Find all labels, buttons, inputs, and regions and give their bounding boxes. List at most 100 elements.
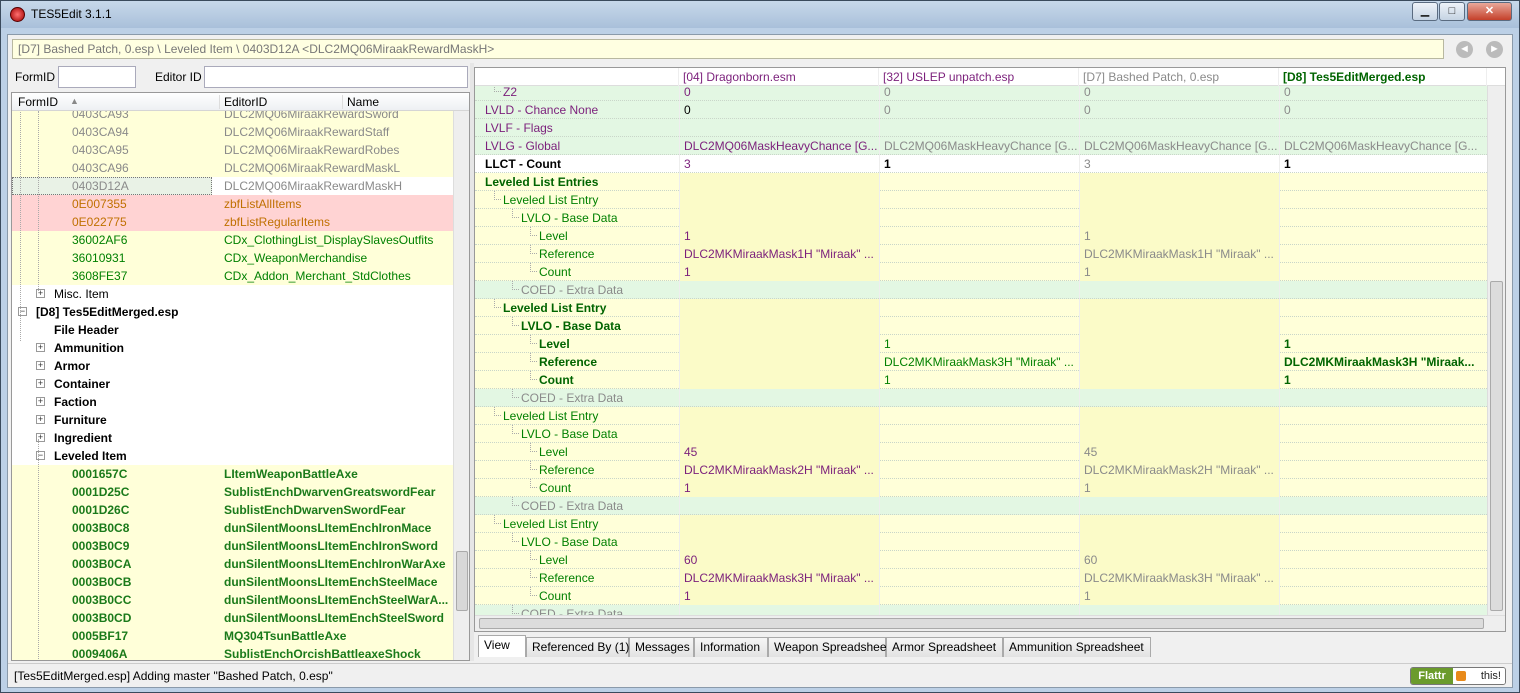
grid-cell[interactable] [879, 245, 1079, 263]
grid-cell[interactable] [679, 425, 879, 443]
tree-row[interactable]: 0403CA94 DLC2MQ06MiraakRewardStaff [12, 123, 453, 141]
grid-row[interactable]: Leveled List Entry [475, 299, 1487, 317]
grid-row[interactable]: Reference DLC2MKMiraakMask3H "Miraak" ...… [475, 353, 1487, 371]
grid-cell[interactable] [1279, 245, 1487, 263]
tree-row[interactable]: 0009406A SublistEnchOrcishBattleaxeShock [12, 645, 453, 660]
tab-weapon-spreadsheet[interactable]: Weapon Spreadsheet [768, 637, 890, 657]
grid-row[interactable]: Count 1 1 [475, 263, 1487, 281]
grid-cell[interactable] [879, 227, 1079, 245]
grid-cell[interactable] [879, 299, 1079, 317]
tab-ammunition-spreadsheet[interactable]: Ammunition Spreadsheet [1003, 637, 1151, 657]
grid-cell[interactable]: 1 [679, 263, 879, 281]
grid-cell[interactable]: 1 [679, 587, 879, 605]
grid-cell[interactable] [1279, 209, 1487, 227]
tree-row[interactable]: Leveled Item − [12, 447, 453, 465]
tree-scroll-thumb[interactable] [456, 551, 468, 611]
grid-cell[interactable] [879, 191, 1079, 209]
grid-cell[interactable] [1279, 569, 1487, 587]
grid-column-header[interactable]: [D7] Bashed Patch, 0.esp [1079, 68, 1279, 86]
grid-cell[interactable]: 0 [879, 101, 1079, 119]
grid-cell[interactable] [1279, 317, 1487, 335]
grid-cell[interactable] [1079, 497, 1279, 515]
grid-cell[interactable] [679, 299, 879, 317]
tree-row[interactable]: 0003B0CB dunSilentMoonsLItemEnchSteelMace [12, 573, 453, 591]
tree-row[interactable]: Faction + [12, 393, 453, 411]
grid-cell[interactable]: DLC2MKMiraakMask2H "Miraak" ... [679, 461, 879, 479]
grid-cell[interactable]: 1 [879, 155, 1079, 173]
grid-row[interactable]: Reference DLC2MKMiraakMask3H "Miraak" ...… [475, 569, 1487, 587]
tree-row[interactable]: [D8] Tes5EditMerged.esp − [12, 303, 453, 321]
grid-cell[interactable]: DLC2MQ06MaskHeavyChance [G... [1279, 137, 1487, 155]
grid-cell[interactable] [1079, 425, 1279, 443]
formid-filter-input[interactable] [58, 66, 136, 88]
tree-row[interactable]: 36002AF6 CDx_ClothingList_DisplaySlavesOu… [12, 231, 453, 249]
grid-cell[interactable] [679, 407, 879, 425]
grid-row[interactable]: LVLO - Base Data [475, 533, 1487, 551]
grid-row[interactable]: Reference DLC2MKMiraakMask1H "Miraak" ...… [475, 245, 1487, 263]
grid-row[interactable]: Leveled List Entry [475, 191, 1487, 209]
tree-row[interactable]: 0003B0CD dunSilentMoonsLItemEnchSteelSwor… [12, 609, 453, 627]
grid-row[interactable]: Leveled List Entry [475, 407, 1487, 425]
grid-row[interactable]: COED - Extra Data [475, 497, 1487, 515]
grid-cell[interactable] [1279, 281, 1487, 299]
tree-column-editorid[interactable]: EditorID [219, 95, 267, 109]
grid-cell[interactable]: DLC2MKMiraakMask1H "Miraak" ... [679, 245, 879, 263]
tree-row[interactable]: 0403CA95 DLC2MQ06MiraakRewardRobes [12, 141, 453, 159]
tree-row[interactable]: File Header [12, 321, 453, 339]
grid-cell[interactable]: 1 [1279, 155, 1487, 173]
grid-row[interactable]: Count 1 1 [475, 479, 1487, 497]
grid-cell[interactable] [1079, 209, 1279, 227]
grid-cell[interactable] [879, 479, 1079, 497]
grid-cell[interactable]: 1 [879, 335, 1079, 353]
grid-cell[interactable] [879, 389, 1079, 407]
grid-cell[interactable] [679, 353, 879, 371]
expand-icon[interactable]: + [36, 397, 45, 406]
grid-cell[interactable]: 3 [1079, 155, 1279, 173]
tree-row[interactable]: 36010931 CDx_WeaponMerchandise [12, 249, 453, 267]
grid-cell[interactable]: 45 [1079, 443, 1279, 461]
grid-cell[interactable]: 0 [1279, 86, 1487, 101]
tree-row[interactable]: Armor + [12, 357, 453, 375]
grid-column-header[interactable]: [04] Dragonborn.esm [679, 68, 879, 86]
grid-cell[interactable] [1079, 389, 1279, 407]
tab-armor-spreadsheet[interactable]: Armor Spreadsheet [886, 637, 1003, 657]
tree-row[interactable]: 0003B0C8 dunSilentMoonsLItemEnchIronMace [12, 519, 453, 537]
grid-cell[interactable] [1279, 173, 1487, 191]
grid-cell[interactable] [1279, 497, 1487, 515]
tab-information[interactable]: Information [694, 637, 768, 657]
grid-row[interactable]: LVLF - Flags [475, 119, 1487, 137]
grid-row[interactable]: LVLO - Base Data [475, 209, 1487, 227]
grid-cell[interactable] [679, 119, 879, 137]
grid-cell[interactable] [879, 443, 1079, 461]
grid-cell[interactable] [1279, 425, 1487, 443]
grid-cell[interactable]: 0 [679, 101, 879, 119]
tree-row[interactable]: 0403D12A DLC2MQ06MiraakRewardMaskH [12, 177, 402, 195]
editorid-filter-input[interactable] [204, 66, 468, 88]
grid-cell[interactable]: 1 [1079, 587, 1279, 605]
grid-cell[interactable] [679, 497, 879, 515]
grid-cell[interactable]: 1 [1279, 371, 1487, 389]
grid-row[interactable]: Level 1 1 [475, 335, 1487, 353]
tree-row[interactable]: 0403CA93 DLC2MQ06MiraakRewardSword [12, 111, 453, 123]
grid-cell[interactable] [1079, 119, 1279, 137]
record-path-field[interactable]: [D7] Bashed Patch, 0.esp \ Leveled Item … [12, 39, 1444, 59]
grid-row[interactable]: Count 1 1 [475, 371, 1487, 389]
grid-cell[interactable] [1079, 533, 1279, 551]
grid-cell[interactable] [1079, 281, 1279, 299]
grid-cell[interactable] [679, 515, 879, 533]
grid-cell[interactable]: DLC2MQ06MaskHeavyChance [G... [1079, 137, 1279, 155]
grid-column-header[interactable]: [32] USLEP unpatch.esp [879, 68, 1079, 86]
grid-cell[interactable] [1279, 587, 1487, 605]
tab-referenced-by-1[interactable]: Referenced By (1) [526, 637, 629, 657]
grid-cell[interactable]: DLC2MQ06MaskHeavyChance [G... [679, 137, 879, 155]
grid-cell[interactable]: 60 [679, 551, 879, 569]
grid-cell[interactable] [1279, 551, 1487, 569]
grid-cell[interactable]: 0 [1079, 101, 1279, 119]
grid-cell[interactable] [1279, 515, 1487, 533]
grid-cell[interactable] [879, 173, 1079, 191]
expand-icon[interactable]: + [36, 379, 45, 388]
grid-cell[interactable] [1279, 389, 1487, 407]
grid-cell[interactable]: DLC2MKMiraakMask1H "Miraak" ... [1079, 245, 1279, 263]
grid-cell[interactable] [679, 371, 879, 389]
tree-row[interactable]: 0003B0CC dunSilentMoonsLItemEnchSteelWarA… [12, 591, 453, 609]
